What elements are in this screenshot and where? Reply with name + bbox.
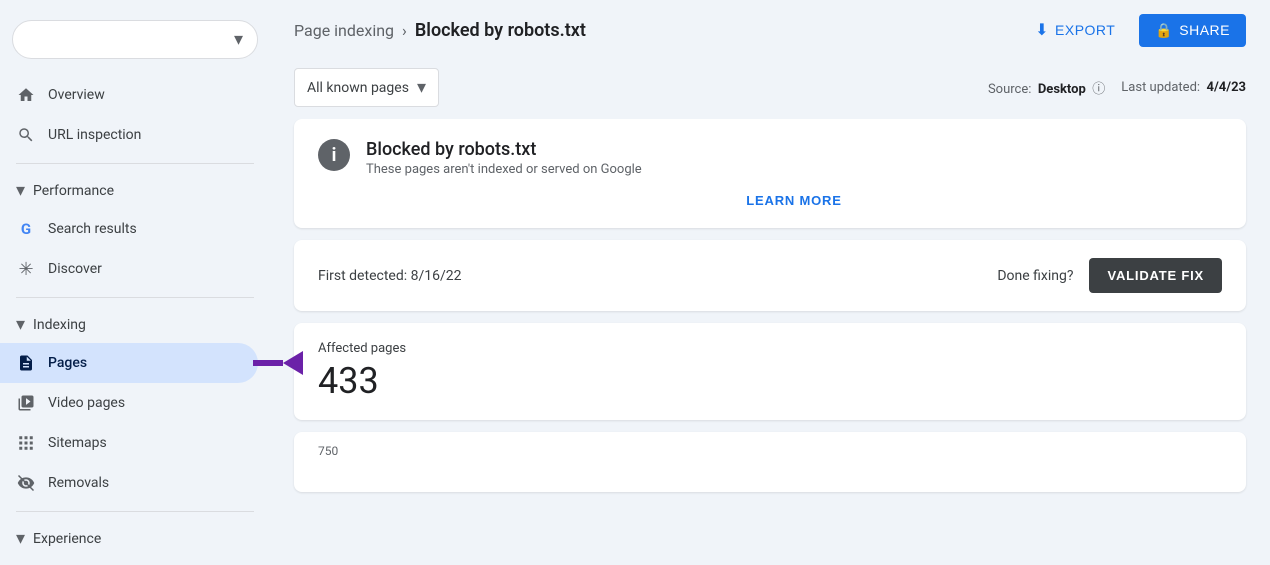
divider-1	[16, 163, 254, 164]
first-detected-value: 8/16/22	[411, 268, 462, 284]
divider-3	[16, 511, 254, 512]
google-g-icon: G	[16, 219, 36, 239]
indexing-section-label: Indexing	[33, 317, 86, 333]
source-label: Source: Desktop ⓘ	[988, 78, 1105, 97]
performance-section-header[interactable]: ▾ Performance	[0, 172, 270, 209]
sidebar-item-video-pages-label: Video pages	[48, 395, 125, 411]
sidebar-item-overview[interactable]: Overview	[0, 75, 258, 115]
info-card-header: i Blocked by robots.txt These pages aren…	[318, 139, 1222, 177]
experience-section-label: Experience	[33, 531, 101, 547]
filter-dropdown[interactable]: All known pages ▾	[294, 68, 439, 107]
sidebar-item-url-inspection[interactable]: URL inspection	[0, 115, 258, 155]
filter-dropdown-arrow-icon: ▾	[417, 77, 426, 98]
topbar: Page indexing › Blocked by robots.txt ⬇ …	[270, 0, 1270, 60]
filter-bar: All known pages ▾ Source: Desktop ⓘ Last…	[270, 60, 1270, 119]
pages-icon	[16, 353, 36, 373]
done-fixing-label: Done fixing?	[997, 268, 1073, 284]
sidebar-item-video-pages[interactable]: Video pages	[0, 383, 258, 423]
source-value: Desktop	[1038, 82, 1086, 97]
discover-icon: ✳	[16, 259, 36, 279]
sidebar-item-discover[interactable]: ✳ Discover	[0, 249, 258, 289]
search-icon	[16, 125, 36, 145]
share-label: SHARE	[1179, 22, 1230, 38]
main-content: Page indexing › Blocked by robots.txt ⬇ …	[270, 0, 1270, 565]
chart-card: 750	[294, 432, 1246, 492]
detection-text: First detected: 8/16/22	[318, 268, 462, 284]
sidebar-item-pages[interactable]: Pages	[0, 343, 258, 383]
sidebar-item-discover-label: Discover	[48, 261, 102, 277]
sidebar-item-pages-label: Pages	[48, 355, 87, 371]
filter-meta: Source: Desktop ⓘ Last updated: 4/4/23	[988, 78, 1246, 97]
export-button[interactable]: ⬇ EXPORT	[1023, 12, 1127, 48]
topbar-actions: ⬇ EXPORT 🔒 SHARE	[1023, 12, 1246, 48]
experience-section-header[interactable]: ▾ Experience	[0, 520, 270, 557]
video-pages-icon	[16, 393, 36, 413]
performance-chevron-icon: ▾	[16, 180, 25, 201]
sidebar-item-removals[interactable]: Removals	[0, 463, 258, 503]
sitemaps-icon	[16, 433, 36, 453]
info-card-title: Blocked by robots.txt	[366, 139, 642, 160]
source-info-icon[interactable]: ⓘ	[1092, 82, 1105, 97]
breadcrumb-separator: ›	[402, 21, 407, 40]
detection-right: Done fixing? VALIDATE FIX	[997, 258, 1222, 293]
detection-card: First detected: 8/16/22 Done fixing? VAL…	[294, 240, 1246, 311]
affected-pages-label: Affected pages	[318, 341, 1222, 356]
last-updated-label: Last updated: 4/4/23	[1121, 80, 1246, 95]
export-label: EXPORT	[1055, 22, 1115, 38]
property-dropdown[interactable]: ▾	[12, 20, 258, 59]
experience-chevron-icon: ▾	[16, 528, 25, 549]
last-updated-value: 4/4/23	[1207, 80, 1246, 95]
sidebar: ▾ Overview URL inspection ▾ Performance …	[0, 0, 270, 565]
sidebar-item-sitemaps-label: Sitemaps	[48, 435, 107, 451]
info-card-text: Blocked by robots.txt These pages aren't…	[366, 139, 642, 177]
sidebar-item-url-inspection-label: URL inspection	[48, 127, 141, 143]
performance-section-label: Performance	[33, 183, 114, 199]
chart-y-label: 750	[318, 444, 1222, 458]
affected-pages-card: Affected pages 433	[294, 323, 1246, 420]
export-icon: ⬇	[1035, 20, 1049, 40]
sidebar-item-removals-label: Removals	[48, 475, 109, 491]
sidebar-item-sitemaps[interactable]: Sitemaps	[0, 423, 258, 463]
lock-icon: 🔒	[1155, 22, 1173, 39]
breadcrumb-parent: Page indexing	[294, 21, 394, 40]
divider-2	[16, 297, 254, 298]
home-icon	[16, 85, 36, 105]
dropdown-arrow-icon: ▾	[234, 29, 243, 50]
share-button[interactable]: 🔒 SHARE	[1139, 14, 1246, 47]
info-card-subtitle: These pages aren't indexed or served on …	[366, 162, 642, 177]
sidebar-item-search-results[interactable]: G Search results	[0, 209, 258, 249]
removals-icon	[16, 473, 36, 493]
sidebar-item-overview-label: Overview	[48, 87, 105, 103]
learn-more-button[interactable]: LEARN MORE	[318, 185, 1222, 208]
breadcrumb: Page indexing › Blocked by robots.txt	[294, 20, 586, 41]
info-card: i Blocked by robots.txt These pages aren…	[294, 119, 1246, 228]
validate-fix-button[interactable]: VALIDATE FIX	[1089, 258, 1222, 293]
breadcrumb-current: Blocked by robots.txt	[415, 20, 586, 41]
indexing-chevron-icon: ▾	[16, 314, 25, 335]
content-area: i Blocked by robots.txt These pages aren…	[270, 119, 1270, 565]
info-icon: i	[318, 139, 350, 171]
indexing-section-header[interactable]: ▾ Indexing	[0, 306, 270, 343]
affected-pages-count: 433	[318, 360, 1222, 402]
filter-label: All known pages	[307, 80, 409, 96]
sidebar-item-search-results-label: Search results	[48, 221, 137, 237]
